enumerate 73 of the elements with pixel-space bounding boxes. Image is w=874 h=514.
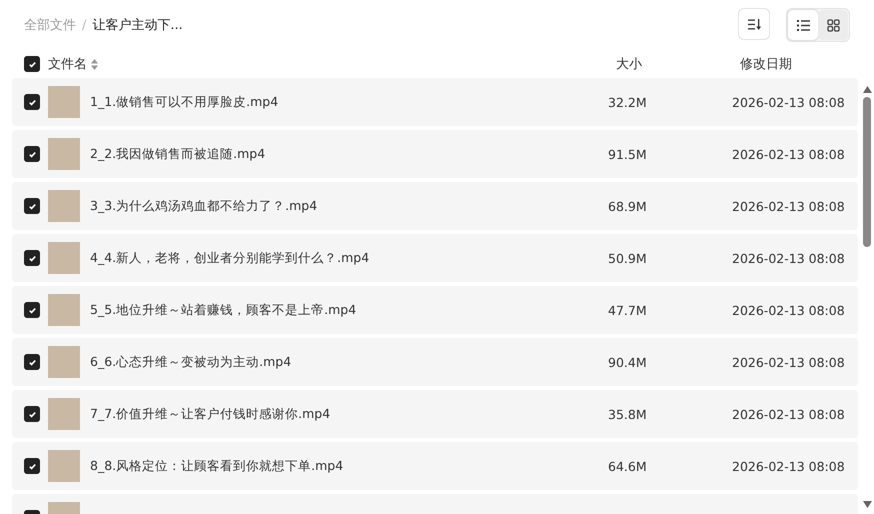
- checkbox[interactable]: [24, 56, 40, 72]
- modified-date: 2026-02-13 08:08: [732, 198, 846, 214]
- checkbox[interactable]: [24, 354, 40, 370]
- check-icon: [28, 150, 36, 158]
- video-thumbnail: [48, 190, 80, 222]
- file-size: 91.5M: [608, 146, 648, 162]
- check-icon: [28, 202, 36, 210]
- grid-icon: [826, 18, 840, 32]
- checkbox[interactable]: [24, 94, 40, 110]
- checkbox[interactable]: [24, 250, 40, 266]
- file-name: 2_2.我因做销售而被追随.mp4: [90, 146, 266, 162]
- scroll-up-icon[interactable]: [862, 86, 872, 93]
- file-size: 32.2M: [608, 94, 648, 110]
- file-row[interactable]: 6_6.心态升维～变被动为主动.mp4 90.4M 2026-02-13 08:08: [12, 338, 858, 386]
- file-size: 68.9M: [608, 198, 648, 214]
- file-size: 35.8M: [608, 406, 648, 422]
- check-icon: [28, 462, 36, 470]
- file-name: 4_4.新人，老将，创业者分别能学到什么？.mp4: [90, 250, 370, 266]
- file-row[interactable]: 8_8.风格定位：让顾客看到你就想下单.mp4 64.6M 2026-02-13 08:08: [12, 442, 858, 490]
- file-name: 7_7.价值升维～让客户付钱时感谢你.mp4: [90, 406, 332, 422]
- sort-icon: [748, 18, 760, 30]
- checkbox[interactable]: [24, 406, 40, 422]
- checkbox[interactable]: [24, 458, 40, 474]
- video-thumbnail: [48, 138, 80, 170]
- file-size: 64.6M: [608, 458, 648, 474]
- checkbox[interactable]: [24, 302, 40, 318]
- video-thumbnail: [48, 86, 80, 118]
- video-thumbnail: [48, 242, 80, 274]
- modified-date: 2026-02-13 08:08: [732, 406, 846, 422]
- video-thumbnail: [48, 450, 80, 482]
- modified-date: 2026-02-13 08:08: [732, 94, 846, 110]
- file-name: 1_1.做销售可以不用厚脸皮.mp4: [90, 94, 280, 110]
- check-icon: [28, 60, 36, 68]
- file-row[interactable]: 7_7.价值升维～让客户付钱时感谢你.mp4 35.8M 2026-02-13 08:08: [12, 390, 858, 438]
- check-icon: [28, 98, 36, 106]
- modified-date: 2026-02-13 08:08: [732, 302, 846, 318]
- view-mode-button[interactable]: [788, 10, 818, 40]
- file-name: 3_3.为什么鸡汤鸡血都不给力了？.mp4: [90, 198, 318, 214]
- file-size: 90.4M: [608, 354, 648, 370]
- breadcrumb-item: 让客户主动下...: [92, 17, 183, 34]
- checkbox[interactable]: [24, 146, 40, 162]
- view-mode-button[interactable]: [818, 10, 848, 40]
- check-icon: [28, 410, 36, 418]
- list-icon: [796, 20, 810, 30]
- file-name: 6_6.心态升维～变被动为主动.mp4: [90, 354, 292, 370]
- sort-arrows-icon[interactable]: [91, 58, 98, 70]
- column-header: 大小: [616, 56, 643, 73]
- column-header: 修改日期: [740, 56, 793, 73]
- breadcrumb-separator: /: [82, 18, 86, 32]
- checkbox[interactable]: [24, 198, 40, 214]
- file-name: 5_5.地位升维～站着赚钱，顾客不是上帝.mp4: [90, 302, 358, 318]
- video-thumbnail: [48, 346, 80, 378]
- file-row[interactable]: 3_3.为什么鸡汤鸡血都不给力了？.mp4 68.9M 2026-02-13 08:08: [12, 182, 858, 230]
- video-thumbnail: [48, 398, 80, 430]
- file-row[interactable]: 2_2.我因做销售而被追随.mp4 91.5M 2026-02-13 08:08: [12, 130, 858, 178]
- file-name: 8_8.风格定位：让顾客看到你就想下单.mp4: [90, 458, 344, 474]
- modified-date: 2026-02-13 08:08: [732, 458, 846, 474]
- file-row[interactable]: 4_4.新人，老将，创业者分别能学到什么？.mp4 50.9M 2026-02-13 08:08: [12, 234, 858, 282]
- check-icon: [28, 254, 36, 262]
- file-size: 47.7M: [608, 302, 648, 318]
- check-icon: [28, 306, 36, 314]
- column-header[interactable]: 文件名: [48, 55, 87, 73]
- video-thumbnail: [48, 294, 80, 326]
- modified-date: 2026-02-13 08:08: [732, 250, 846, 266]
- sort-button[interactable]: [738, 8, 770, 40]
- file-size: 50.9M: [608, 250, 648, 266]
- modified-date: 2026-02-13 08:08: [732, 146, 846, 162]
- scroll-down-icon[interactable]: [862, 501, 872, 508]
- file-row[interactable]: 5_5.地位升维～站着赚钱，顾客不是上帝.mp4 47.7M 2026-02-13 08:08: [12, 286, 858, 334]
- scrollbar-thumb[interactable]: [863, 97, 871, 247]
- file-row[interactable]: 1_1.做销售可以不用厚脸皮.mp4 32.2M 2026-02-13 08:08: [12, 78, 858, 126]
- check-icon: [28, 358, 36, 366]
- modified-date: 2026-02-13 08:08: [732, 354, 846, 370]
